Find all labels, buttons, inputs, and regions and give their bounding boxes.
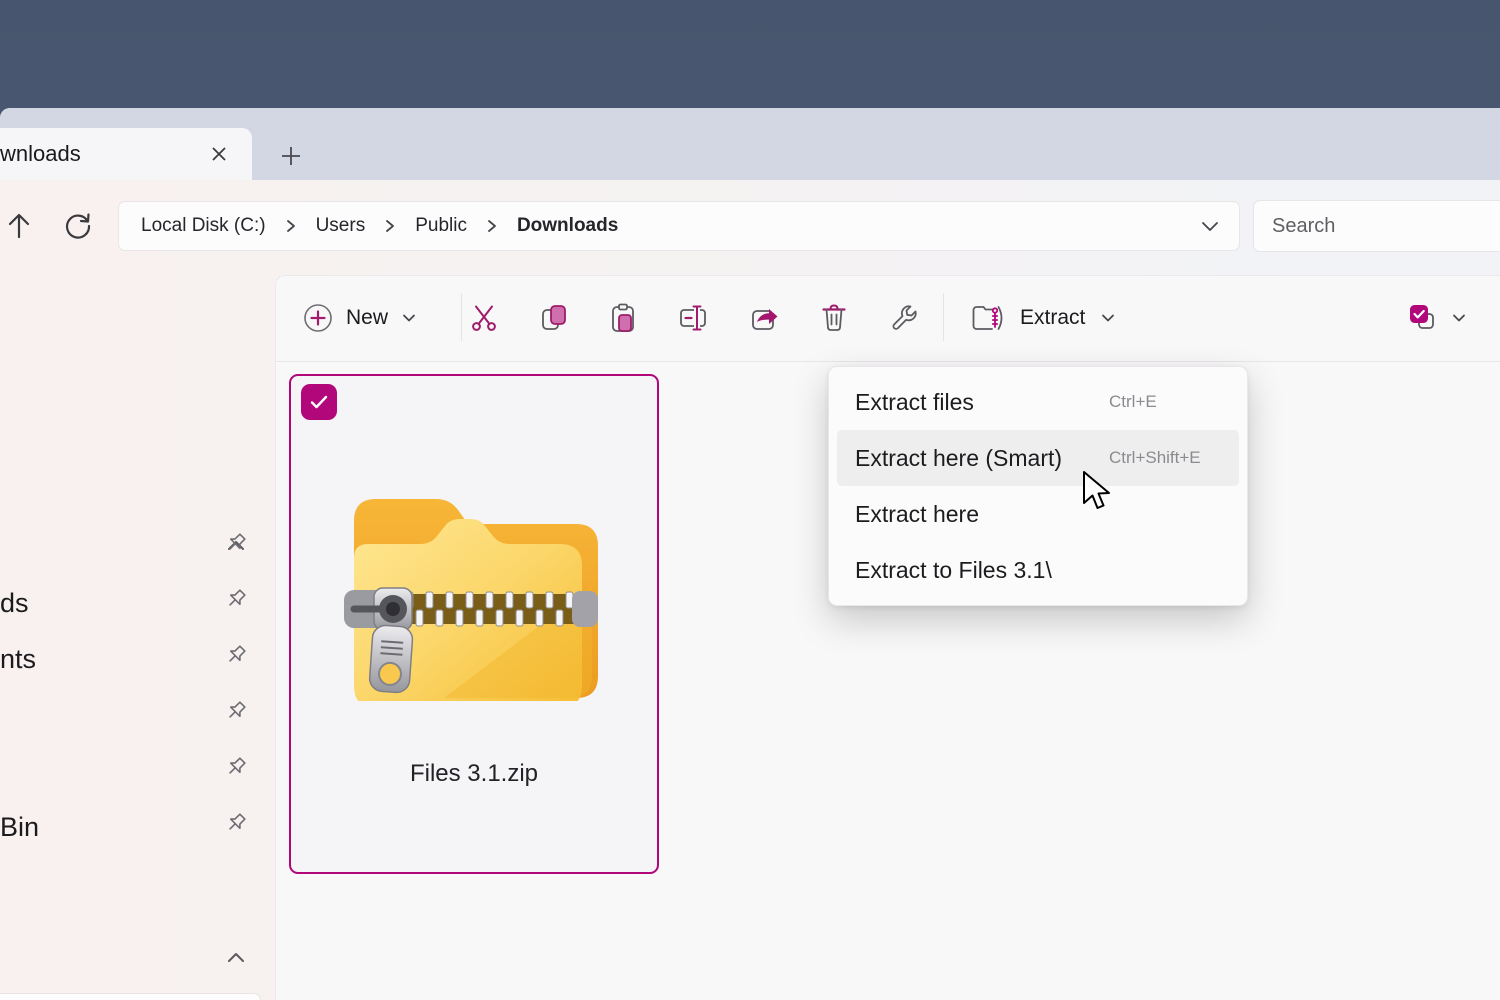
add-circle-icon <box>302 302 334 334</box>
refresh-button[interactable] <box>60 204 104 248</box>
pin-icon[interactable] <box>222 754 250 782</box>
sidebar-item-recycle-bin-label[interactable]: Bin <box>0 812 39 843</box>
sidebar-item-local-disk-selected[interactable]: k (C:) <box>0 993 261 1000</box>
cut-button[interactable] <box>460 295 508 341</box>
selection-options-button[interactable] <box>1404 295 1468 341</box>
chevron-right-icon <box>285 218 297 234</box>
tools-wrench-icon <box>888 302 920 334</box>
menu-item-label: Extract to Files 3.1\ <box>855 557 1052 584</box>
menu-item-shortcut: Ctrl+Shift+E <box>1109 448 1201 468</box>
copy-button[interactable] <box>530 295 578 341</box>
tab-strip: wnloads <box>0 108 1500 180</box>
paste-icon <box>607 302 639 334</box>
mouse-cursor <box>1082 471 1116 511</box>
menu-item-shortcut: Ctrl+E <box>1109 392 1157 412</box>
sidebar-section-chevron-up-icon[interactable] <box>222 946 250 970</box>
sidebar-item-documents-label[interactable]: nts <box>0 644 36 675</box>
extract-dropdown-menu: Extract files Ctrl+E Extract here (Smart… <box>828 366 1248 606</box>
menu-item-extract-here[interactable]: Extract here <box>837 486 1239 542</box>
extract-zip-folder-icon <box>970 302 1006 334</box>
menu-item-extract-here-smart[interactable]: Extract here (Smart) Ctrl+Shift+E <box>837 430 1239 486</box>
chevron-down-icon <box>1450 309 1468 327</box>
sidebar: ds nts Bin <box>0 268 275 1000</box>
arrow-up-icon <box>2 209 46 243</box>
chevron-down-icon <box>1099 309 1117 327</box>
extract-button[interactable]: Extract <box>964 292 1123 344</box>
files-app-window: wnloads <box>0 108 1500 1000</box>
delete-trash-icon <box>818 302 850 334</box>
chevron-right-icon <box>486 218 498 234</box>
menu-item-label: Extract files <box>855 389 974 416</box>
chevron-down-icon <box>400 309 418 327</box>
menu-item-extract-files[interactable]: Extract files Ctrl+E <box>837 374 1239 430</box>
pin-icon[interactable] <box>222 642 250 670</box>
tab-close-button[interactable] <box>204 139 234 169</box>
breadcrumb-item-public[interactable]: Public <box>409 215 473 237</box>
share-button[interactable] <box>740 295 788 341</box>
address-bar[interactable]: Local Disk (C:) Users Public Downloads <box>118 201 1240 251</box>
pin-icon[interactable] <box>222 698 250 726</box>
breadcrumb-item-drive[interactable]: Local Disk (C:) <box>135 215 272 237</box>
chevron-down-icon[interactable] <box>1197 213 1223 239</box>
menu-item-label: Extract here <box>855 501 979 528</box>
rename-icon <box>676 302 710 334</box>
pin-icon[interactable] <box>222 810 250 838</box>
refresh-icon <box>60 208 104 244</box>
navigate-up-button[interactable] <box>2 204 46 248</box>
tools-button[interactable] <box>880 295 928 341</box>
new-button-label: New <box>346 306 388 330</box>
plus-icon <box>276 141 306 171</box>
search-input[interactable]: Search <box>1253 200 1500 252</box>
file-name-label: Files 3.1.zip <box>291 760 657 788</box>
sidebar-item-downloads-label[interactable]: ds <box>0 588 29 619</box>
breadcrumb-item-users[interactable]: Users <box>310 215 372 237</box>
tab-title: wnloads <box>0 141 81 167</box>
delete-button[interactable] <box>810 295 858 341</box>
selected-checkbox[interactable] <box>301 384 337 420</box>
copy-icon <box>538 302 570 334</box>
new-button[interactable]: New <box>296 292 424 344</box>
share-icon <box>748 302 780 334</box>
selection-checkbox-icon <box>1404 301 1440 335</box>
tab-downloads[interactable]: wnloads <box>0 128 252 180</box>
screen: wnloads <box>0 0 1500 1000</box>
toolbar-divider <box>276 361 1500 362</box>
paste-button[interactable] <box>599 295 647 341</box>
content-panel: New <box>275 275 1500 1000</box>
chevron-right-icon <box>384 218 396 234</box>
toolbar-separator <box>943 293 944 341</box>
check-icon <box>307 390 331 414</box>
menu-item-label: Extract here (Smart) <box>855 445 1062 472</box>
zip-folder-icon <box>324 446 624 701</box>
rename-button[interactable] <box>669 295 717 341</box>
breadcrumb: Local Disk (C:) Users Public Downloads <box>135 215 1197 237</box>
extract-button-label: Extract <box>1020 306 1085 330</box>
pin-icon[interactable] <box>222 586 250 614</box>
search-placeholder: Search <box>1272 215 1335 238</box>
new-tab-button[interactable] <box>276 141 306 171</box>
cut-scissors-icon <box>468 302 500 334</box>
pin-icon[interactable] <box>222 530 250 558</box>
breadcrumb-item-downloads[interactable]: Downloads <box>511 215 624 237</box>
menu-item-extract-to-folder[interactable]: Extract to Files 3.1\ <box>837 542 1239 598</box>
file-tile-zip[interactable]: Files 3.1.zip <box>289 374 659 874</box>
close-icon <box>204 139 234 169</box>
